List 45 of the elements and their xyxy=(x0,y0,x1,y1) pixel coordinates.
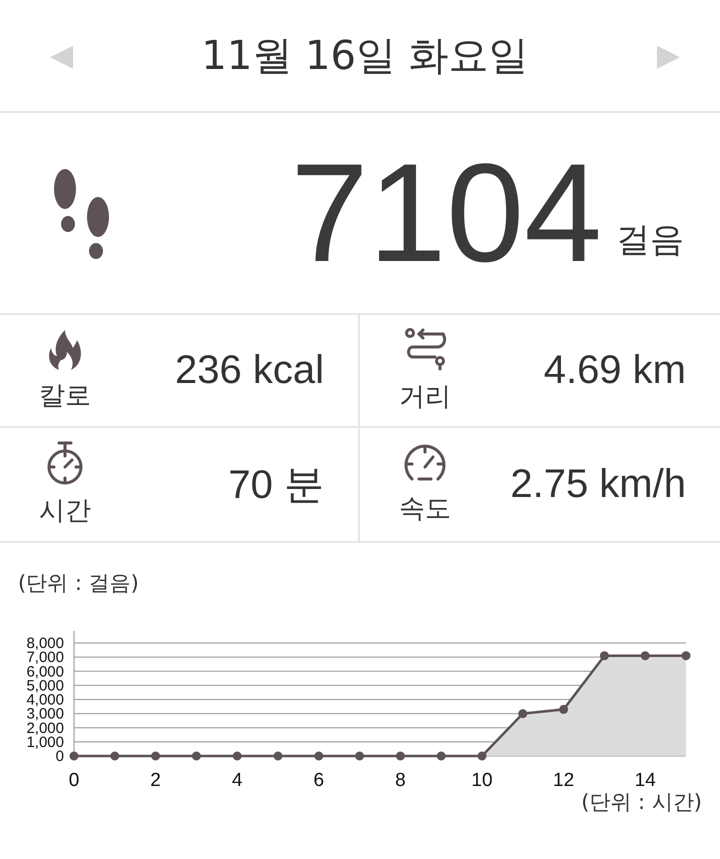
x-tick-label: 0 xyxy=(68,770,80,791)
step-unit: 걸음 xyxy=(616,219,684,262)
data-point xyxy=(640,651,650,660)
y-tick-label: 0 xyxy=(56,748,64,765)
data-point xyxy=(396,752,405,760)
data-point xyxy=(314,752,324,760)
stopwatch-icon xyxy=(45,441,85,485)
data-point xyxy=(518,709,528,718)
data-point xyxy=(232,752,242,760)
stat-value: 70 분 xyxy=(228,462,324,509)
data-point xyxy=(274,752,282,760)
data-point xyxy=(355,752,364,760)
stat-value: 4.69 km xyxy=(544,348,686,393)
next-day-button[interactable]: ▶ xyxy=(656,38,680,73)
x-tick-label: 2 xyxy=(150,770,161,791)
x-unit-label: (단위 : 시간) xyxy=(581,789,702,816)
data-point xyxy=(478,752,486,760)
data-point xyxy=(110,752,120,760)
y-unit-label: (단위 : 걸음) xyxy=(18,570,139,597)
x-tick-label: 10 xyxy=(471,770,493,791)
stat-value: 2.75 km/h xyxy=(510,462,686,507)
stat-label: 속도 xyxy=(399,493,451,526)
previous-day-button[interactable]: ◀ xyxy=(50,38,74,73)
stat-value: 236 kcal xyxy=(175,348,324,393)
speedometer-icon xyxy=(402,443,448,483)
x-tick-label: 6 xyxy=(314,770,324,791)
data-point xyxy=(70,752,78,760)
x-tick-label: 8 xyxy=(395,770,406,791)
data-point xyxy=(559,704,568,714)
route-icon xyxy=(403,327,447,371)
x-tick-label: 12 xyxy=(553,770,574,791)
data-point xyxy=(682,651,690,660)
date-title: 11월 16일 화요일 xyxy=(201,32,529,81)
y-tick-label: 8,000 xyxy=(26,635,64,652)
x-tick-label: 14 xyxy=(634,770,656,791)
data-point xyxy=(600,651,609,660)
data-point xyxy=(192,752,201,760)
stat-label: 시간 xyxy=(39,495,91,528)
data-point xyxy=(436,752,446,760)
y-tick-label: 4,000 xyxy=(26,692,64,708)
step-count: 7104 xyxy=(290,143,602,283)
x-tick-label: 4 xyxy=(232,770,242,791)
stat-label: 거리 xyxy=(399,381,451,414)
data-point xyxy=(151,752,160,760)
stat-label: 칼로 xyxy=(39,380,91,413)
